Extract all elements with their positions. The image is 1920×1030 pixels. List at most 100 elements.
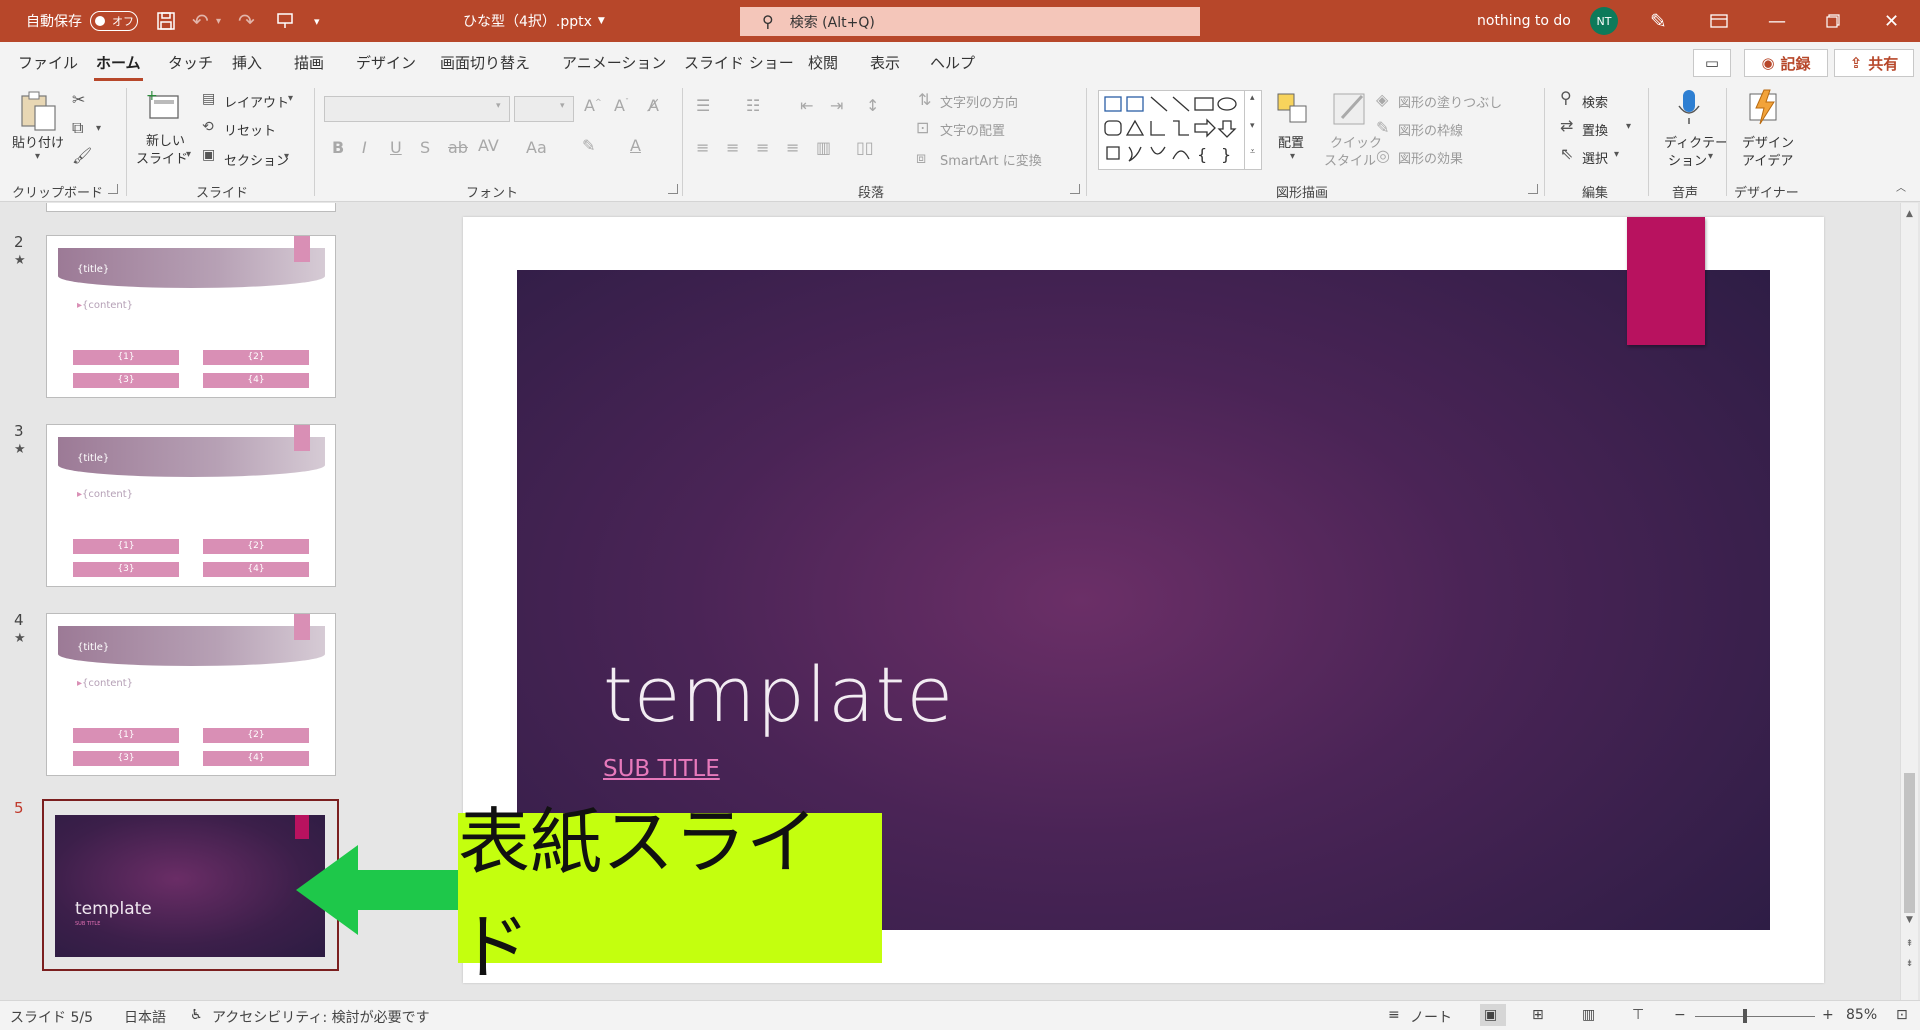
- highlight-icon[interactable]: ✎: [582, 138, 595, 154]
- drawing-launcher-icon[interactable]: [1528, 184, 1538, 194]
- restore-icon[interactable]: [1826, 0, 1840, 42]
- arrange-icon[interactable]: [1276, 92, 1310, 129]
- redo-icon[interactable]: ↷: [238, 0, 255, 42]
- select-button[interactable]: 選択: [1582, 148, 1608, 167]
- ribbon-display-icon[interactable]: [1710, 0, 1728, 42]
- arrange-dropdown-icon[interactable]: ▾: [1290, 152, 1295, 162]
- bullets-icon[interactable]: ☰: [696, 98, 710, 114]
- clipboard-launcher-icon[interactable]: [108, 184, 118, 194]
- search-input[interactable]: ⚲ 検索 (Alt+Q): [740, 7, 1200, 36]
- paste-dropdown-icon[interactable]: ▾: [35, 152, 40, 162]
- slide-subtitle[interactable]: SUB TITLE: [603, 756, 720, 782]
- design-ideas-icon[interactable]: [1746, 88, 1782, 129]
- increase-indent-icon[interactable]: ⇥: [830, 98, 843, 114]
- tab-insert[interactable]: 挿入: [232, 52, 262, 73]
- replace-icon[interactable]: ⇄: [1560, 118, 1573, 134]
- tab-slideshow[interactable]: スライド ショー: [684, 52, 794, 73]
- font-name-dropdown-icon[interactable]: ▾: [496, 102, 501, 111]
- zoom-in-icon[interactable]: +: [1822, 1007, 1834, 1023]
- columns-icon[interactable]: ▯▯: [856, 140, 874, 156]
- justify-icon[interactable]: ≡: [786, 140, 799, 156]
- share-button[interactable]: ⇪ 共有: [1834, 49, 1914, 77]
- slide-scrollbar[interactable]: ▲ ▼ ⇞ ⇟: [1900, 203, 1918, 1000]
- scrollbar-thumb[interactable]: [1904, 773, 1915, 913]
- shape-effects-icon[interactable]: ◎: [1376, 148, 1390, 164]
- reset-icon[interactable]: ⟲: [202, 120, 214, 134]
- previous-slide-icon[interactable]: ⇞: [1901, 939, 1918, 949]
- tab-transitions[interactable]: 画面切り替え: [440, 52, 530, 73]
- slide-counter[interactable]: スライド 5/5: [10, 1007, 93, 1027]
- quick-styles-icon[interactable]: [1332, 90, 1370, 131]
- new-slide-dropdown-icon[interactable]: ▾: [186, 150, 191, 160]
- slide-ribbon-tag[interactable]: [1627, 217, 1705, 345]
- dictate-label-2[interactable]: ション: [1668, 150, 1707, 169]
- underline-icon[interactable]: U: [390, 140, 402, 156]
- slide-sorter-icon[interactable]: ⊞: [1532, 1007, 1544, 1023]
- paragraph-launcher-icon[interactable]: [1070, 184, 1080, 194]
- align-center-icon[interactable]: ≡: [726, 140, 739, 156]
- quick-styles-label-1[interactable]: クイック: [1330, 132, 1382, 151]
- reading-view-icon[interactable]: ▥: [1582, 1007, 1595, 1023]
- text-direction-icon[interactable]: ⇅: [918, 92, 931, 108]
- tab-review[interactable]: 校閲: [808, 52, 838, 73]
- zoom-slider-handle[interactable]: [1743, 1009, 1747, 1023]
- font-size-combo[interactable]: [514, 96, 574, 122]
- notes-icon[interactable]: ≡: [1388, 1007, 1400, 1023]
- slide-title[interactable]: template: [603, 650, 954, 739]
- autosave-toggle[interactable]: オフ: [90, 11, 138, 31]
- paste-label[interactable]: 貼り付け: [12, 132, 64, 151]
- copy-dropdown-icon[interactable]: ▾: [96, 124, 101, 134]
- language-indicator[interactable]: 日本語: [124, 1007, 166, 1027]
- decrease-indent-icon[interactable]: ⇤: [800, 98, 813, 114]
- font-color-icon[interactable]: A: [630, 138, 641, 154]
- comments-button[interactable]: ▭: [1693, 49, 1731, 77]
- find-icon[interactable]: ⚲: [1560, 90, 1572, 106]
- tab-view[interactable]: 表示: [870, 52, 900, 73]
- zoom-out-icon[interactable]: −: [1674, 1007, 1686, 1023]
- present-icon[interactable]: [276, 0, 294, 42]
- change-case-icon[interactable]: Aa: [526, 140, 547, 156]
- distributed-icon[interactable]: ▥: [816, 140, 831, 156]
- strikethrough-icon[interactable]: ab: [448, 140, 468, 156]
- replace-button[interactable]: 置換: [1582, 120, 1608, 139]
- select-icon[interactable]: ⇖: [1560, 146, 1573, 162]
- align-left-icon[interactable]: ≡: [696, 140, 709, 156]
- thumbnail-slide-1-edge[interactable]: [46, 203, 336, 212]
- dictate-label-1[interactable]: ディクテー: [1664, 132, 1728, 151]
- slideshow-icon[interactable]: ⊤: [1632, 1007, 1644, 1023]
- cut-icon[interactable]: ✂: [72, 92, 85, 108]
- font-launcher-icon[interactable]: [668, 184, 678, 194]
- shape-effects-button[interactable]: 図形の効果: [1398, 148, 1463, 167]
- dictate-dropdown-icon[interactable]: ▾: [1708, 152, 1713, 162]
- save-icon[interactable]: [156, 0, 176, 42]
- font-size-dropdown-icon[interactable]: ▾: [560, 102, 565, 111]
- tab-touch[interactable]: タッチ: [168, 52, 213, 73]
- format-painter-icon[interactable]: 🖌: [72, 148, 92, 164]
- thumbnail-slide-5[interactable]: template SUB TITLE: [55, 815, 325, 957]
- scroll-up-icon[interactable]: ▲: [1901, 209, 1918, 219]
- accessibility-status[interactable]: アクセシビリティ: 検討が必要です: [212, 1007, 430, 1027]
- customize-qat-icon[interactable]: ▾: [314, 0, 320, 42]
- tab-animations[interactable]: アニメーション: [562, 52, 666, 73]
- autosave-control[interactable]: 自動保存 オフ: [26, 0, 138, 42]
- quick-styles-label-2[interactable]: スタイル: [1324, 150, 1376, 169]
- fit-to-window-icon[interactable]: ⊡: [1896, 1007, 1908, 1023]
- select-dropdown-icon[interactable]: ▾: [1614, 150, 1619, 160]
- tab-help[interactable]: ヘルプ: [930, 52, 975, 73]
- gallery-down-icon[interactable]: ▾: [1250, 122, 1255, 131]
- shapes-gallery[interactable]: {}: [1098, 90, 1262, 170]
- text-direction-button[interactable]: 文字列の方向: [940, 92, 1018, 111]
- align-text-icon[interactable]: ⊡: [916, 120, 929, 136]
- tab-file[interactable]: ファイル: [18, 52, 78, 73]
- accessibility-icon[interactable]: ♿: [190, 1007, 203, 1023]
- line-spacing-icon[interactable]: ↕: [866, 98, 879, 114]
- tab-design[interactable]: デザイン: [356, 52, 416, 73]
- font-name-combo[interactable]: [324, 96, 510, 122]
- clear-formatting-icon[interactable]: A̸: [648, 98, 659, 114]
- tab-draw[interactable]: 描画: [294, 52, 324, 73]
- character-spacing-icon[interactable]: AV: [478, 138, 499, 154]
- reset-button[interactable]: リセット: [224, 120, 276, 139]
- shadow-icon[interactable]: S: [420, 140, 430, 156]
- next-slide-icon[interactable]: ⇟: [1901, 959, 1918, 969]
- layout-icon[interactable]: ▤: [202, 92, 215, 106]
